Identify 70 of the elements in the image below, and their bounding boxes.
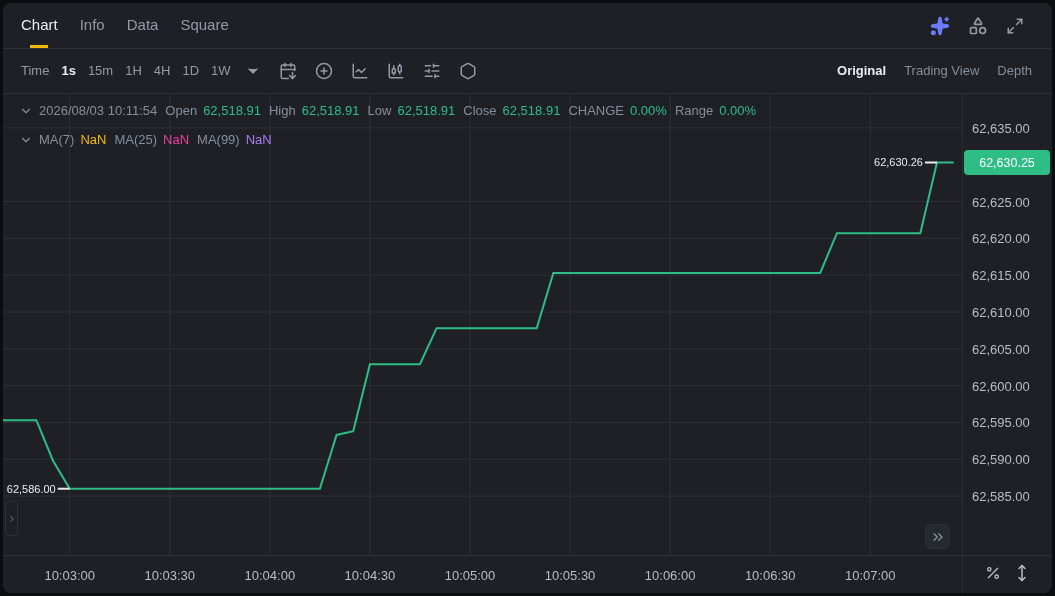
price-marker-label: 62,630.26 (874, 156, 923, 169)
price-axis-label: 62,625.00 (972, 194, 1030, 210)
ma-label: MA(7) (39, 131, 75, 149)
ma-value: NaN (80, 131, 107, 149)
ohlc-value: 62,518.91 (502, 102, 561, 120)
ohlc-value: 62,518.91 (397, 102, 456, 120)
candle-date: 2026/08/03 10:11:54 (39, 102, 158, 120)
time-axis-label: 10:04:30 (344, 568, 396, 583)
price-axis-label: 62,605.00 (972, 341, 1030, 357)
price-axis-label: 62,595.00 (972, 415, 1030, 431)
ai-sparkle-icon[interactable] (930, 15, 950, 36)
add-indicator-icon[interactable] (314, 62, 333, 80)
interval-button[interactable]: 15m (87, 61, 114, 81)
price-marker-label: 62,586.00 (6, 482, 56, 495)
hexagon-icon[interactable] (458, 62, 477, 80)
candlestick-icon[interactable] (386, 62, 405, 80)
price-marker-tick (924, 161, 938, 164)
price-axis-label: 62,590.00 (972, 452, 1030, 468)
line-chart-icon[interactable] (350, 62, 369, 80)
tab[interactable]: Square (180, 3, 229, 48)
ohlc-label: High (269, 102, 296, 120)
price-axis-label: 62,600.00 (972, 378, 1030, 394)
ohlc-value: 62,518.91 (301, 102, 360, 120)
interval-button[interactable]: 1D (182, 61, 200, 81)
price-axis-label: 62,585.00 (972, 489, 1030, 505)
ma-value: NaN (163, 131, 190, 149)
ohlc-label: Close (463, 102, 497, 120)
time-axis-label: 10:07:00 (844, 568, 896, 583)
ohlc-value: 0.00% (630, 102, 667, 120)
ma-label: MA(99) (197, 131, 240, 149)
percent-icon[interactable] (984, 565, 1001, 581)
expand-icon[interactable] (1006, 16, 1024, 35)
ohlc-label: Open (165, 102, 198, 120)
ohlc-label: Low (367, 102, 392, 120)
view-tab[interactable]: Original (837, 61, 887, 81)
tab[interactable]: Info (79, 3, 105, 48)
time-axis-label: 10:03:30 (144, 568, 196, 583)
time-axis-label: 10:05:30 (544, 568, 596, 583)
tab-indicator (30, 45, 49, 48)
last-price-tag: 62,630.25 (964, 150, 1050, 175)
interval-button[interactable]: 1H (125, 61, 142, 81)
view-tab[interactable]: Trading View (904, 61, 980, 81)
settings-icon[interactable] (422, 62, 441, 80)
time-axis-label: 10:06:30 (744, 568, 796, 583)
price-axis-label: 62,615.00 (972, 268, 1030, 284)
interval-button[interactable]: 1W (211, 61, 231, 81)
tab[interactable]: Chart (21, 3, 58, 48)
side-panel-toggle[interactable] (5, 501, 18, 536)
interval-label: Time (21, 62, 50, 81)
interval-button[interactable]: 4H (153, 61, 171, 81)
ma-value: NaN (245, 131, 272, 149)
view-tab[interactable]: Depth (997, 61, 1032, 81)
time-axis-label: 10:04:00 (244, 568, 296, 583)
scroll-to-latest-button[interactable] (925, 524, 950, 549)
price-axis-label: 62,635.00 (972, 120, 1030, 136)
ohlc-label: Range (674, 102, 714, 120)
time-axis-label: 10:06:00 (644, 568, 696, 583)
ma-label: MA(25) (114, 131, 158, 149)
interval-button[interactable]: 1s (61, 61, 76, 81)
calendar-icon[interactable] (278, 62, 297, 80)
price-axis-label: 62,620.00 (972, 231, 1030, 247)
price-axis-label: 62,610.00 (972, 305, 1030, 320)
time-axis-label: 10:05:00 (444, 568, 496, 583)
time-axis-label: 10:03:00 (44, 568, 95, 583)
ohlc-label: CHANGE (568, 102, 624, 120)
price-marker-tick (56, 487, 71, 490)
tab[interactable]: Data (126, 3, 159, 48)
shapes-icon[interactable] (968, 15, 988, 36)
ohlc-value: 62,518.91 (203, 102, 261, 120)
ohlc-value: 0.00% (719, 102, 757, 120)
